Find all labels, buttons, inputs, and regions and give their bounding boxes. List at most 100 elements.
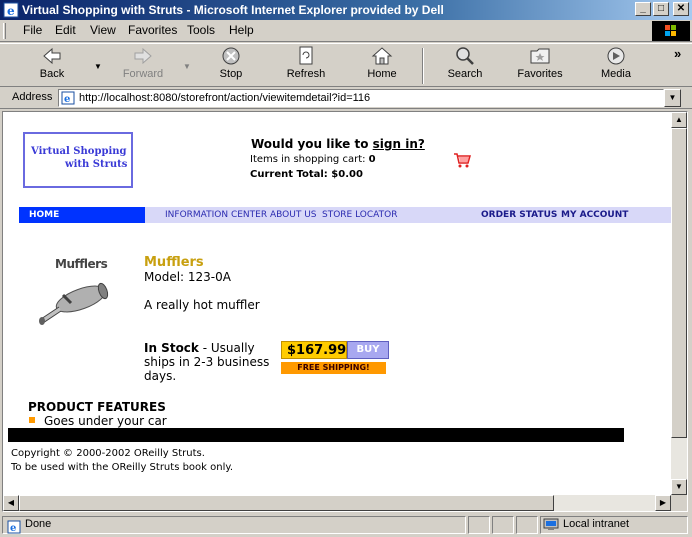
product-name: Mufflers [144, 255, 204, 270]
windows-flag-icon [665, 25, 676, 36]
windows-logo [652, 21, 690, 41]
scroll-up-icon[interactable]: ▲ [671, 112, 687, 128]
refresh-button[interactable]: Refresh [283, 46, 329, 80]
minimize-button[interactable]: _ [635, 2, 651, 16]
menu-bar: File Edit View Favorites Tools Help [0, 20, 692, 42]
menu-edit[interactable]: Edit [55, 23, 76, 37]
menu-help[interactable]: Help [229, 23, 254, 37]
web-page: Virtual Shopping with Struts Would you l… [3, 112, 671, 495]
nav-home[interactable]: HOME [19, 207, 145, 223]
scroll-left-icon[interactable]: ◀ [3, 495, 19, 511]
copyright-line-1: Copyright © 2000-2002 OReilly Struts. [11, 448, 205, 459]
forward-button[interactable]: Forward [118, 46, 168, 80]
feature-bullet [29, 417, 35, 423]
media-icon [607, 47, 625, 65]
menu-tools[interactable]: Tools [187, 23, 215, 37]
signin-link[interactable]: sign in? [373, 137, 425, 151]
forward-dropdown-icon[interactable]: ▼ [183, 62, 191, 71]
home-icon [371, 47, 393, 65]
site-logo[interactable]: Virtual Shopping with Struts [23, 132, 133, 188]
home-label: Home [367, 68, 397, 80]
nav-store-locator[interactable]: STORE LOCATOR [322, 210, 397, 220]
copyright-line-2: To be used with the OReilly Struts book … [11, 462, 234, 473]
product-model: Model: 123-0A [144, 270, 231, 284]
favorites-button[interactable]: Favorites [514, 46, 566, 80]
home-button[interactable]: Home [362, 46, 402, 80]
status-cell-3 [516, 516, 538, 534]
status-main-cell: e Done [2, 516, 466, 534]
favorites-folder-icon [530, 48, 550, 64]
local-intranet-icon [543, 518, 559, 530]
title-bar: e Virtual Shopping with Struts - Microso… [0, 0, 692, 20]
cart-total-line: Current Total: $0.00 [250, 169, 363, 180]
signin-prompt: Would you like to sign in? [251, 137, 425, 151]
svg-text:e: e [10, 523, 16, 534]
stop-icon [222, 47, 240, 65]
stop-button[interactable]: Stop [213, 46, 249, 80]
toolbar-separator [422, 48, 424, 84]
scroll-down-icon[interactable]: ▼ [671, 479, 687, 495]
cart-total-value: $0.00 [331, 169, 363, 180]
search-label: Search [447, 68, 483, 80]
favorites-label: Favorites [517, 68, 563, 80]
scroll-right-icon[interactable]: ▶ [655, 495, 671, 511]
window-title: Virtual Shopping with Struts - Microsoft… [22, 3, 444, 17]
nav-order-status[interactable]: ORDER STATUS [481, 210, 557, 220]
menu-file[interactable]: File [23, 23, 42, 37]
free-shipping-badge: FREE SHIPPING! [281, 362, 386, 374]
product-image: Mufflers [33, 257, 113, 337]
back-button[interactable]: Back [30, 46, 74, 80]
ie-logo-icon: e [3, 2, 19, 18]
muffler-icon [39, 282, 109, 325]
address-url: http://localhost:8080/storefront/action/… [79, 92, 371, 104]
search-icon [456, 47, 474, 65]
close-button[interactable]: ✕ [673, 2, 689, 16]
address-dropdown-icon[interactable]: ▼ [664, 89, 681, 107]
price-tag: $167.99 [281, 341, 347, 359]
horizontal-scrollbar[interactable]: ◀ ▶ [3, 495, 671, 511]
status-bar: e Done Local intranet [0, 513, 692, 537]
menu-favorites[interactable]: Favorites [128, 23, 177, 37]
search-button[interactable]: Search [443, 46, 487, 80]
footer-bar [8, 428, 624, 442]
address-input[interactable]: e http://localhost:8080/storefront/actio… [58, 89, 664, 107]
standard-toolbar: Back ▼ Forward ▼ Stop Refresh Home Searc… [0, 43, 692, 87]
status-cell-2 [492, 516, 514, 534]
copyright: Copyright © 2000-2002 OReilly Struts. To… [11, 447, 233, 475]
buy-button[interactable]: BUY [347, 341, 389, 359]
nav-about-us[interactable]: ABOUT US [270, 210, 317, 220]
toolbar-overflow-icon[interactable]: » [674, 46, 681, 61]
product-image-caption: Mufflers [55, 257, 108, 271]
status-text: Done [25, 518, 52, 530]
refresh-icon [299, 46, 313, 65]
logo-line-1: Virtual Shopping [31, 146, 127, 157]
vertical-scrollbar[interactable]: ▲ ▼ [671, 112, 687, 495]
nav-my-account[interactable]: MY ACCOUNT [561, 210, 628, 220]
menu-grip [3, 23, 6, 39]
horizontal-scroll-thumb[interactable] [19, 495, 554, 511]
browser-viewport: Virtual Shopping with Struts Would you l… [2, 111, 688, 512]
back-dropdown-icon[interactable]: ▼ [94, 62, 102, 71]
media-label: Media [601, 68, 631, 80]
stop-label: Stop [219, 68, 243, 80]
menu-view[interactable]: View [90, 23, 116, 37]
vertical-scroll-thumb[interactable] [671, 128, 687, 438]
page-icon: e [61, 91, 75, 105]
address-label: Address [12, 91, 53, 103]
cart-items-label: Items in shopping cart: [250, 154, 366, 165]
maximize-button[interactable]: □ [653, 2, 669, 16]
forward-label: Forward [122, 68, 164, 80]
media-button[interactable]: Media [597, 46, 635, 80]
zone-text: Local intranet [563, 518, 630, 530]
back-arrow-icon [43, 47, 61, 65]
stock-info: In Stock - Usually ships in 2-3 business… [144, 341, 274, 383]
feature-item: Goes under your car [44, 414, 167, 428]
page-done-icon: e [7, 520, 21, 534]
shopping-cart-icon[interactable] [453, 152, 471, 168]
signin-prompt-text: Would you like to [251, 137, 369, 151]
nav-information-center[interactable]: INFORMATION CENTER [165, 210, 267, 220]
stock-label: In Stock [144, 341, 199, 355]
site-nav: HOME INFORMATION CENTER ABOUT US STORE L… [19, 207, 671, 223]
cart-items-line: Items in shopping cart: 0 [250, 154, 376, 165]
status-cell-1 [468, 516, 490, 534]
